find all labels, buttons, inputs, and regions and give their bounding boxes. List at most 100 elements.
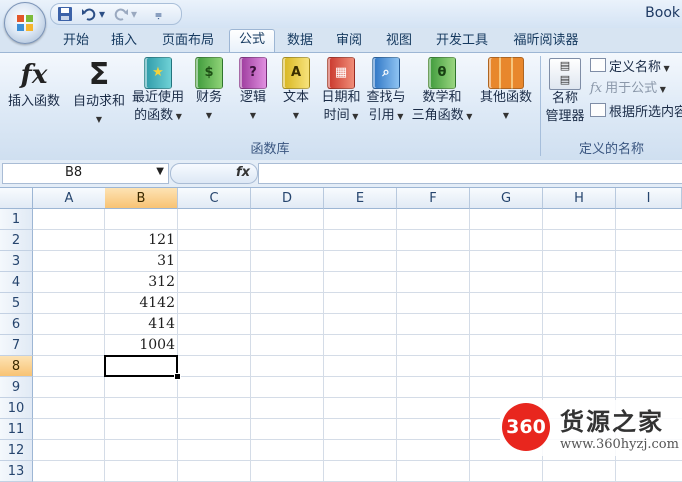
recent-book-icon: ★ [144, 57, 172, 89]
office-button[interactable] [4, 2, 46, 44]
datetime-book-icon: ▦ [327, 57, 355, 89]
text-label: 文本 [282, 90, 309, 105]
tab-view[interactable]: 视图 [378, 31, 420, 51]
cell-B6[interactable]: 414 [105, 314, 178, 335]
column-header-G[interactable]: G [470, 188, 543, 209]
undo-icon[interactable] [81, 6, 97, 22]
finance-book-icon: $ [195, 57, 223, 89]
row-header-9[interactable]: 9 [0, 377, 33, 398]
tab-developer[interactable]: 开发工具 [428, 31, 496, 51]
tab-review[interactable]: 审阅 [328, 31, 370, 51]
row-header-2[interactable]: 2 [0, 230, 33, 251]
column-header-C[interactable]: C [178, 188, 251, 209]
row-header-12[interactable]: 12 [0, 440, 33, 461]
column-header-D[interactable]: D [251, 188, 324, 209]
row-header-1[interactable]: 1 [0, 209, 33, 230]
tab-data[interactable]: 数据 [279, 31, 321, 51]
lookup-label-2: 引用 ▼ [363, 107, 409, 126]
chevron-down-icon: ▼ [349, 112, 359, 121]
recently-used-label-2: 的函数 ▼ [128, 107, 188, 126]
lookup-label-1: 查找与 [366, 90, 406, 105]
group-label-defined-names: 定义的名称 [578, 142, 644, 157]
tab-page-layout[interactable]: 页面布局 [152, 31, 224, 51]
ribbon-tabs: 开始 插入 页面布局 公式 数据 审阅 视图 开发工具 福昕阅读器 [0, 28, 682, 53]
column-header-B[interactable]: B [105, 188, 178, 209]
cell-B5[interactable]: 4142 [105, 293, 178, 314]
chevron-down-icon: ▼ [657, 85, 666, 94]
chevron-down-icon: ▼ [173, 112, 182, 121]
select-all-button[interactable] [0, 188, 33, 209]
quick-access-toolbar: ▾ ▾ ⩦ [50, 3, 182, 25]
more-functions-button[interactable]: 其他函数 ▼ [476, 57, 536, 125]
cell-B4[interactable]: 312 [105, 272, 178, 293]
column-header-I[interactable]: I [616, 188, 682, 209]
create-from-selection-icon [590, 103, 606, 117]
fx-icon: fx [20, 60, 48, 90]
chevron-down-icon: ▼ [463, 112, 473, 121]
use-in-formula-button[interactable]: fx 用于公式 ▼ [590, 80, 666, 99]
autosum-button[interactable]: Σ 自动求和 ▼ [70, 57, 128, 129]
insert-function-button[interactable]: fx 插入函数 [3, 57, 65, 111]
name-manager-button[interactable]: ▤ ▤ 名称 管理器 [542, 58, 588, 126]
text-book-icon: A [282, 57, 310, 89]
chevron-down-icon[interactable]: ▼ [156, 166, 164, 177]
window-title: Book [645, 5, 680, 21]
chevron-down-icon: ▼ [249, 111, 257, 120]
cell-B3[interactable]: 31 [105, 251, 178, 272]
recently-used-button[interactable]: ★ 最近使用 的函数 ▼ [128, 57, 188, 126]
column-header-H[interactable]: H [543, 188, 616, 209]
text-button[interactable]: A 文本 ▼ [277, 57, 315, 125]
row-header-7[interactable]: 7 [0, 335, 33, 356]
row-header-4[interactable]: 4 [0, 272, 33, 293]
tab-foxit-reader[interactable]: 福昕阅读器 [505, 31, 587, 51]
math-label-2-text: 三角函数 [411, 108, 464, 123]
chevron-down-icon: ▼ [394, 112, 404, 121]
define-name-button[interactable]: 定义名称 ▼ [590, 58, 670, 78]
logical-button[interactable]: ? 逻辑 ▼ [234, 57, 272, 125]
watermark-url: www.360hyzj.com [560, 437, 679, 452]
row-header-8[interactable]: 8 [0, 356, 33, 377]
math-label-1: 数学和 [422, 90, 462, 105]
tab-home[interactable]: 开始 [55, 31, 97, 51]
name-manager-label-2: 管理器 [545, 109, 585, 124]
lookup-label-2-text: 引用 [368, 108, 395, 123]
row-header-3[interactable]: 3 [0, 251, 33, 272]
save-icon[interactable] [57, 6, 73, 22]
insert-function-fx-icon[interactable]: fx [236, 165, 250, 180]
date-time-label-2: 时间 ▼ [319, 107, 363, 126]
lookup-reference-button[interactable]: ⌕ 查找与 引用 ▼ [363, 57, 409, 126]
date-time-button[interactable]: ▦ 日期和 时间 ▼ [319, 57, 363, 126]
date-time-label-2-text: 时间 [323, 108, 350, 123]
create-from-selection-label: 根据所选内容 [609, 105, 682, 120]
row-header-10[interactable]: 10 [0, 398, 33, 419]
math-label-2: 三角函数 ▼ [410, 107, 474, 126]
create-from-selection-button[interactable]: 根据所选内容 [590, 103, 682, 122]
watermark-badge: 360 [502, 403, 550, 451]
financial-button[interactable]: $ 财务 ▼ [190, 57, 228, 125]
tab-formulas[interactable]: 公式 [229, 29, 275, 53]
fill-handle[interactable] [174, 373, 181, 380]
row-header-13[interactable]: 13 [0, 461, 33, 482]
row-header-5[interactable]: 5 [0, 293, 33, 314]
name-box[interactable]: B8 ▼ [2, 163, 169, 184]
redo-dropdown-icon[interactable]: ▾ [131, 6, 137, 22]
column-header-A[interactable]: A [33, 188, 106, 209]
math-trig-button[interactable]: θ 数学和 三角函数 ▼ [410, 57, 474, 126]
active-cell-B8[interactable] [104, 355, 178, 377]
redo-icon[interactable] [113, 6, 129, 22]
customize-qat-icon[interactable]: ⩦ [155, 6, 162, 22]
tab-insert[interactable]: 插入 [103, 31, 145, 51]
row-header-11[interactable]: 11 [0, 419, 33, 440]
column-header-F[interactable]: F [397, 188, 470, 209]
chevron-down-icon: ▼ [502, 111, 510, 120]
logical-label: 逻辑 [239, 90, 266, 105]
other-books-icon [488, 57, 524, 89]
row-header-6[interactable]: 6 [0, 314, 33, 335]
define-name-icon [590, 58, 606, 72]
cell-B7[interactable]: 1004 [105, 335, 178, 356]
undo-dropdown-icon[interactable]: ▾ [99, 6, 105, 22]
column-header-E[interactable]: E [324, 188, 397, 209]
gridline [33, 460, 682, 461]
formula-input[interactable] [258, 163, 682, 184]
cell-B2[interactable]: 121 [105, 230, 178, 251]
